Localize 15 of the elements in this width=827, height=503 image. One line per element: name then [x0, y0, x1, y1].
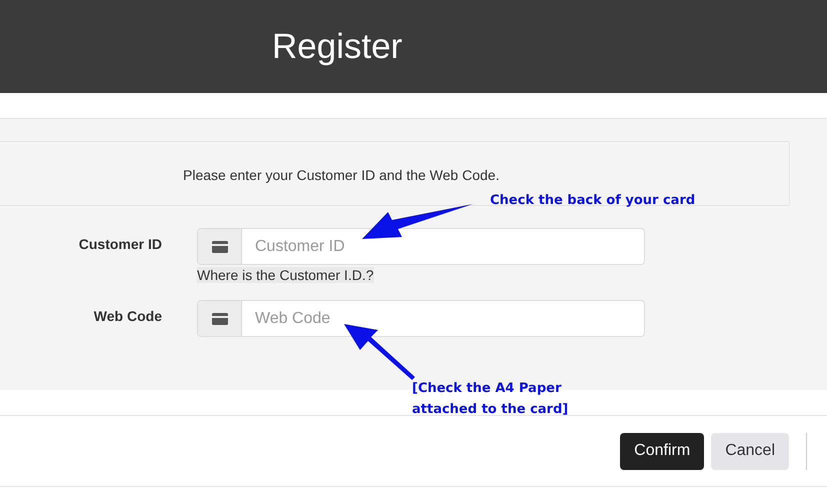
notice-text: Please enter your Customer ID and the Web Code.: [183, 166, 500, 182]
arrow-icon: [362, 204, 473, 239]
annotation-text: Check the back of your card: [490, 192, 696, 210]
input-field[interactable]: Web Code: [197, 300, 645, 337]
arrow-icon: [344, 324, 415, 380]
confirm-button[interactable]: Confirm: [620, 432, 704, 470]
input-field[interactable]: Customer ID: [197, 228, 645, 265]
card-icon: [212, 240, 228, 252]
card-icon: [212, 312, 228, 324]
cancel-button[interactable]: Cancel: [711, 432, 789, 470]
page-title: Register: [272, 26, 402, 66]
field-label: Customer ID: [78, 235, 162, 254]
annotation-text: [Check the A4 Paper attached to the card]: [412, 380, 568, 419]
field-label: Web Code: [92, 307, 162, 326]
help-link[interactable]: Where is the Customer I.D.?: [197, 267, 374, 283]
